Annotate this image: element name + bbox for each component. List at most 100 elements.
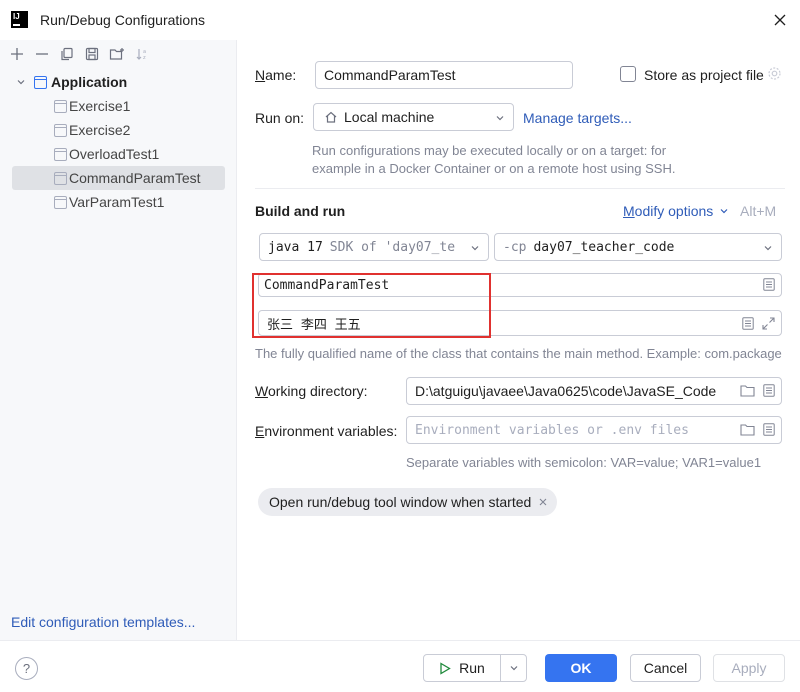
environment-variables-input[interactable]: Environment variables or .env files <box>406 416 782 444</box>
remove-button[interactable] <box>29 43 54 65</box>
run-on-dropdown[interactable]: Local machine <box>313 103 514 131</box>
section-divider <box>255 188 785 189</box>
main-class-icons <box>763 278 775 291</box>
ok-button[interactable]: OK <box>545 654 617 682</box>
sidebar-item-label: OverloadTest1 <box>69 146 160 162</box>
run-button-label: Run <box>459 660 485 676</box>
sidebar-item-exercise2[interactable]: Exercise2 <box>12 118 225 142</box>
title-bar: IJ Run/Debug Configurations <box>0 0 800 40</box>
jdk-detail: SDK of 'day07_te <box>329 239 456 255</box>
sidebar-item-label: Exercise1 <box>69 98 131 114</box>
main-class-hint: The fully qualified name of the class th… <box>255 346 782 361</box>
configuration-icon <box>54 147 67 161</box>
close-icon[interactable] <box>539 498 547 506</box>
sidebar-item-label: VarParamTest1 <box>69 194 165 210</box>
run-options-dropdown[interactable] <box>501 655 526 681</box>
chip-label: Open run/debug tool window when started <box>269 494 532 510</box>
close-icon <box>774 14 786 26</box>
run-split-button: Run <box>423 654 527 682</box>
svg-text:z: z <box>143 55 146 61</box>
run-on-label: Run on: <box>255 110 305 126</box>
manage-targets-link[interactable]: Manage targets... <box>523 110 632 126</box>
run-on-hint: Run configurations may be executed local… <box>312 142 675 178</box>
open-tool-window-option-chip[interactable]: Open run/debug tool window when started <box>258 488 558 516</box>
window-title: Run/Debug Configurations <box>40 12 205 28</box>
sort-button[interactable]: az <box>129 43 154 65</box>
list-icon[interactable] <box>763 278 775 291</box>
close-button[interactable] <box>768 8 792 32</box>
sidebar-toolbar: az <box>4 42 154 66</box>
folder-icon[interactable] <box>740 384 755 397</box>
run-on-value: Local machine <box>344 109 435 125</box>
configuration-icon <box>54 171 67 185</box>
new-folder-icon <box>109 48 124 60</box>
environment-variables-label: Environment variables: <box>255 423 397 439</box>
chevron-down-icon <box>471 246 479 251</box>
folder-icon[interactable] <box>740 423 755 436</box>
build-and-run-title: Build and run <box>255 203 346 219</box>
store-as-project-file-label[interactable]: Store as project file <box>644 67 764 83</box>
working-directory-input[interactable]: D:\atguigu\javaee\Java0625\code\JavaSE_C… <box>406 377 782 405</box>
sidebar-item-overloadtest1[interactable]: OverloadTest1 <box>12 142 225 166</box>
cancel-button[interactable]: Cancel <box>630 654 701 682</box>
jdk-dropdown[interactable]: java 17 SDK of 'day07_te <box>259 233 489 261</box>
add-button[interactable] <box>4 43 29 65</box>
help-button[interactable]: ? <box>15 657 38 680</box>
highlight-annotation-box <box>252 273 491 338</box>
run-button[interactable]: Run <box>424 655 501 681</box>
sidebar-item-exercise1[interactable]: Exercise1 <box>12 94 225 118</box>
chevron-down-icon <box>510 666 517 671</box>
save-icon <box>85 47 98 61</box>
sidebar-item-varparamtest1[interactable]: VarParamTest1 <box>12 190 225 214</box>
sidebar-item-commandparamtest[interactable]: CommandParamTest <box>12 166 225 190</box>
store-as-project-file-checkbox[interactable] <box>620 66 636 82</box>
modify-options-label: Modify options <box>623 203 714 219</box>
working-directory-mnemonic: W <box>255 383 268 399</box>
configurations-sidebar: az Application Exercise1 Exercise2 Overl… <box>0 40 237 640</box>
modify-options-button[interactable]: Modify options <box>623 203 729 219</box>
apply-button[interactable]: Apply <box>713 654 785 682</box>
name-value: CommandParamTest <box>324 67 456 83</box>
copy-button[interactable] <box>54 43 79 65</box>
configuration-icon <box>54 195 67 209</box>
cp-prefix: -cp <box>503 239 527 255</box>
gear-icon[interactable] <box>767 66 782 84</box>
jdk-version: java 17 <box>268 239 323 255</box>
environment-variables-placeholder: Environment variables or .env files <box>415 422 689 438</box>
add-icon <box>10 48 23 60</box>
list-icon[interactable] <box>763 384 775 397</box>
edit-templates-link[interactable]: Edit configuration templates... <box>11 614 195 630</box>
modify-options-shortcut: Alt+M <box>740 203 777 219</box>
list-icon[interactable] <box>763 423 775 436</box>
new-folder-button[interactable] <box>104 43 129 65</box>
tree-root-application[interactable]: Application <box>14 70 127 94</box>
name-input[interactable]: CommandParamTest <box>315 61 573 89</box>
copy-icon <box>60 47 73 61</box>
configuration-icon <box>54 99 67 113</box>
tree-root-label: Application <box>51 74 128 90</box>
environment-variables-mnemonic: E <box>255 423 265 439</box>
expand-icon[interactable] <box>762 317 775 330</box>
working-directory-label-text: orking directory: <box>267 383 368 399</box>
intellij-logo-icon: IJ <box>11 11 28 28</box>
run-on-hint-line2: example in a Docker Container or on a re… <box>312 161 676 176</box>
environment-variables-hint: Separate variables with semicolon: VAR=v… <box>406 455 762 470</box>
classpath-dropdown[interactable]: -cp day07_teacher_code <box>494 233 782 261</box>
sidebar-item-label: Exercise2 <box>69 122 131 138</box>
chevron-down-icon[interactable] <box>14 77 28 87</box>
working-directory-value: D:\atguigu\javaee\Java0625\code\JavaSE_C… <box>415 383 717 399</box>
program-arguments-icons <box>742 317 775 330</box>
chevron-down-icon <box>764 246 772 251</box>
application-icon <box>34 75 47 89</box>
save-button[interactable] <box>79 43 104 65</box>
name-label-text: Name: <box>255 67 297 83</box>
chevron-down-icon <box>496 116 504 121</box>
working-directory-icons <box>740 384 775 397</box>
name-label: Name: <box>255 67 296 83</box>
sort-icon: az <box>136 49 146 61</box>
home-icon <box>325 111 337 123</box>
sidebar-item-label: CommandParamTest <box>69 170 201 186</box>
list-icon[interactable] <box>742 317 754 330</box>
play-icon <box>440 661 451 675</box>
run-on-hint-line1: Run configurations may be executed local… <box>312 143 667 158</box>
